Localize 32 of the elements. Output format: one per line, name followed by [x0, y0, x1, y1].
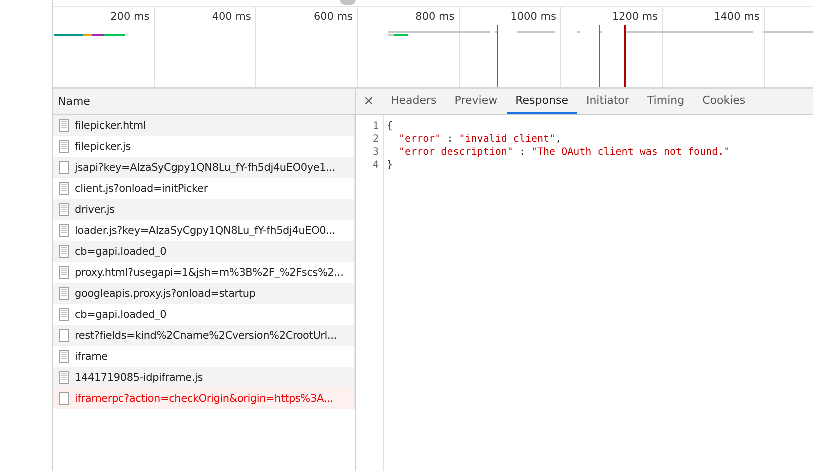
request-row[interactable]: jsapi?key=AIzaSyCgpy1QN8Lu_fY-fh5dj4uEO0ye1... [53, 157, 355, 178]
detail-tab[interactable]: Preview [446, 89, 507, 114]
tick-label: 600 ms [314, 11, 354, 23]
tick-label: 800 ms [416, 11, 455, 23]
detail-tab[interactable]: Initiator [577, 89, 638, 114]
code-line: { [387, 120, 394, 133]
request-row[interactable]: 1441719085-idpiframe.js [53, 367, 355, 388]
request-row[interactable]: filepicker.html [53, 115, 355, 136]
line-number: 1 [372, 120, 379, 133]
tick-label: 400 ms [212, 11, 252, 23]
column-header[interactable]: Name [58, 95, 90, 108]
detail-tab[interactable]: Headers [382, 89, 446, 114]
request-row[interactable]: driver.js [53, 199, 355, 220]
line-number: 2 [372, 133, 379, 146]
request-row[interactable]: iframerpc?action=checkOrigin&origin=https%3A... [53, 388, 355, 409]
tick-label: 1200 ms [612, 11, 658, 23]
request-row[interactable]: cb=gapi.loaded_0 [53, 241, 355, 262]
close-button[interactable]: × [356, 89, 382, 114]
detail-tab[interactable]: Cookies [694, 89, 755, 114]
line-number: 4 [372, 159, 379, 172]
detail-tab[interactable]: Response [506, 89, 578, 114]
code-line: "error" : "invalid_client", [398, 133, 563, 146]
code-line: "error_description" : "The OAuth client was not found." [398, 146, 730, 159]
tick-label: 1400 ms [714, 11, 760, 23]
code-line: } [387, 159, 394, 172]
detail-tab[interactable]: Timing [638, 89, 694, 114]
request-row[interactable]: googleapis.proxy.js?onload=startup [53, 283, 355, 304]
tick-label: 1000 ms [510, 11, 556, 23]
tick-label: 200 ms [110, 11, 150, 23]
request-row[interactable]: rest?fields=kind%2Cname%2Cversion%2CrootUrl... [53, 325, 355, 346]
scroll-handle[interactable] [340, 0, 356, 5]
line-number: 3 [372, 146, 379, 159]
